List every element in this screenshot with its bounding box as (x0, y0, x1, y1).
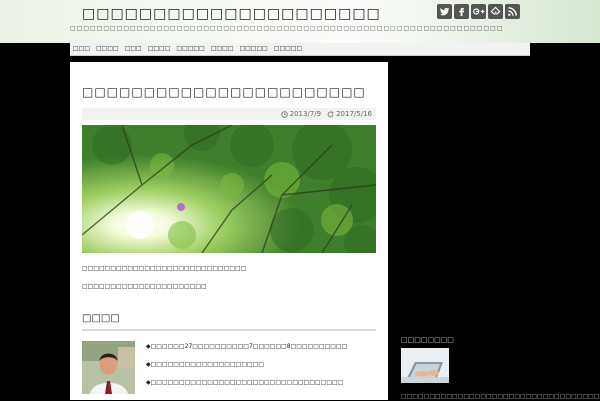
site-title[interactable]: □□□□□□□□□□□□□□□□□□□□□ (82, 4, 381, 24)
feedly-icon[interactable] (488, 4, 503, 19)
nav-item-3[interactable]: □□□ (122, 44, 145, 54)
post-title: □□□□□□□□□□□□□□□□□□□□□□□ (82, 85, 366, 99)
clock-icon (280, 110, 288, 118)
nav-item-2[interactable]: □□□□ (93, 44, 122, 54)
site-description: □□□□□□□□□□□□□□□□□□□□□□□□□□□□□□□□□□□□□□□□… (70, 25, 504, 32)
updated-date: 2017/5/16 (336, 110, 372, 118)
sidebar-heading: □□□□□□□□ (401, 336, 454, 344)
post-paragraph-1: □□□□□□□□□□□□□□□□□□□□□□□□□□□□□ (82, 265, 247, 272)
author-photo (82, 341, 135, 394)
google-plus-icon[interactable] (471, 4, 486, 19)
hero-image (82, 125, 376, 253)
published-date: 2013/7/9 (289, 110, 322, 118)
site-header: □□□□□□□□□□□□□□□□□□□□□ □□□□□□□□□□□□□□□□□□… (0, 0, 600, 43)
intro-bullet-2: ◆□□□□□□□□□□□□□□□□□□□□ (146, 361, 264, 368)
nav-item-4[interactable]: □□□□ (145, 44, 174, 54)
main-nav: □□□ □□□□ □□□ □□□□ □□□□□ □□□□ □□□□□ □□□□□ (70, 43, 530, 56)
sidebar-thumbnail[interactable] (401, 348, 449, 383)
nav-item-8[interactable]: □□□□□ (271, 44, 305, 54)
nav-item-5[interactable]: □□□□□ (173, 44, 207, 54)
nav-item-1[interactable]: □□□ (70, 44, 93, 54)
refresh-icon (327, 110, 334, 117)
post-dates: 2013/7/9 2017/5/16 (82, 108, 376, 120)
section-heading: □□□□ (82, 312, 376, 331)
intro-bullet-1: ◆□□□□□□27□□□□□□□□□□7□□□□□□8□□□□□□□□□□ (146, 343, 348, 350)
facebook-icon[interactable] (454, 4, 469, 19)
nav-item-6[interactable]: □□□□ (208, 44, 237, 54)
nav-item-7[interactable]: □□□□□ (236, 44, 270, 54)
intro-bullet-3: ◆□□□□□□□□□□□□□□□□□□□□□□□□□□□□□□□□□□ (146, 379, 344, 386)
twitter-icon[interactable] (437, 4, 452, 19)
rss-icon[interactable] (505, 4, 520, 19)
main-content: □□□□□□□□□□□□□□□□□□□□□□□ 2013/7/9 2017/5/… (70, 62, 388, 400)
post-paragraph-2: □□□□□□□□□□□□□□□□□□□□□□ (82, 283, 207, 290)
social-icons (437, 4, 520, 19)
